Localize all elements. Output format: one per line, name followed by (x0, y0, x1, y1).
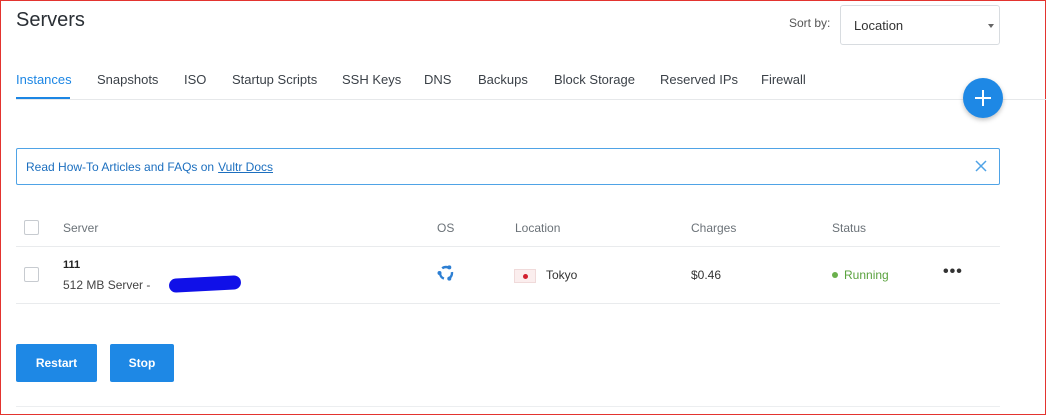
table-header: Server OS Location Charges Status (16, 210, 1000, 247)
more-options-icon[interactable]: ••• (943, 264, 963, 280)
tab-snapshots[interactable]: Snapshots (97, 72, 158, 87)
stop-button[interactable]: Stop (110, 344, 174, 382)
column-status[interactable]: Status (832, 221, 866, 235)
tab-instances[interactable]: Instances (16, 72, 72, 87)
page-title: Servers (16, 9, 85, 31)
location-value: Tokyo (546, 268, 578, 282)
tab-dns[interactable]: DNS (424, 72, 451, 87)
tab-reserved-ips[interactable]: Reserved IPs (660, 72, 738, 87)
add-server-button[interactable] (963, 78, 1003, 118)
vultr-docs-link[interactable]: Vultr Docs (218, 160, 273, 174)
tab-startup-scripts[interactable]: Startup Scripts (232, 72, 317, 87)
divider (16, 406, 1000, 407)
select-all-checkbox[interactable] (24, 220, 39, 235)
server-description: 512 MB Server - (63, 278, 151, 292)
table-row[interactable]: 111 512 MB Server - Tokyo $0.46 Running … (16, 247, 1000, 304)
active-tab-indicator (16, 97, 70, 99)
docs-notice: Read How-To Articles and FAQs on Vultr D… (16, 148, 1000, 185)
tab-ssh-keys[interactable]: SSH Keys (342, 72, 401, 87)
dropdown-caret-icon (988, 24, 994, 28)
status-indicator (832, 272, 838, 278)
sort-by-value: Location (854, 17, 904, 33)
column-server[interactable]: Server (63, 221, 98, 235)
row-checkbox[interactable] (24, 267, 39, 282)
tab-iso[interactable]: ISO (184, 72, 206, 87)
sort-by-label: Sort by: (789, 16, 831, 30)
charges-value: $0.46 (691, 268, 722, 282)
restart-button[interactable]: Restart (16, 344, 97, 382)
notice-text: Read How-To Articles and FAQs on (26, 159, 215, 174)
sort-by-select[interactable]: Location (840, 5, 1000, 45)
ubuntu-icon (437, 265, 454, 281)
column-os[interactable]: OS (437, 221, 454, 235)
tab-backups[interactable]: Backups (478, 72, 528, 87)
close-icon[interactable] (975, 160, 987, 172)
redaction-mark (168, 275, 242, 293)
tab-bar: Instances Snapshots ISO Startup Scripts … (16, 62, 1046, 100)
column-charges[interactable]: Charges (691, 221, 736, 235)
status-badge: Running (844, 268, 889, 282)
server-name[interactable]: 111 (63, 259, 80, 271)
tab-firewall[interactable]: Firewall (761, 72, 806, 87)
tab-block-storage[interactable]: Block Storage (554, 72, 635, 87)
japan-flag-icon (514, 269, 536, 283)
column-location[interactable]: Location (515, 221, 560, 235)
